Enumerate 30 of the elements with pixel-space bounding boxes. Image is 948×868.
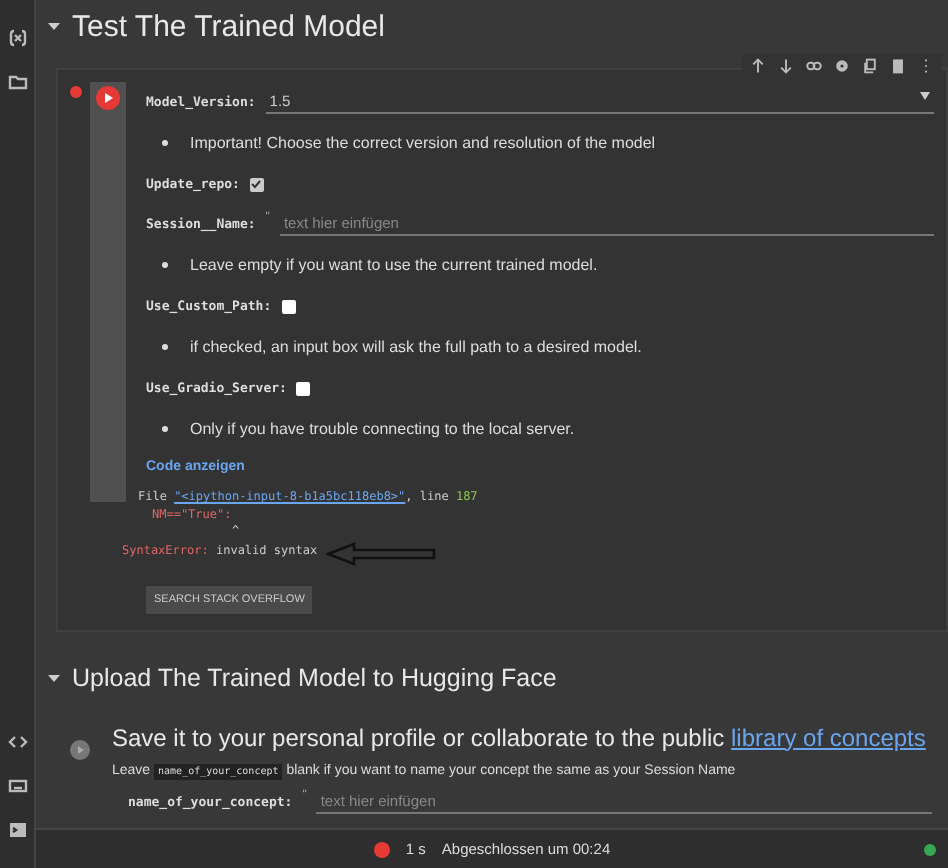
hint-text: Only if you have trouble connecting to the local server. bbox=[188, 420, 575, 438]
caret-icon bbox=[920, 92, 930, 100]
hint-text: Leave empty if you want to use the current trained model. bbox=[188, 256, 598, 274]
bullet-icon bbox=[162, 140, 168, 146]
cell-heading: Save it to your personal profile or collaborate to the public library of concepts bbox=[112, 723, 928, 751]
collapse-caret-icon[interactable] bbox=[48, 671, 60, 683]
variables-icon[interactable] bbox=[7, 28, 27, 48]
bullet-icon bbox=[162, 344, 168, 350]
link-icon[interactable] bbox=[806, 58, 822, 74]
hint-text: Important! Choose the correct version and resolution of the model bbox=[188, 134, 656, 152]
bullet-icon bbox=[162, 426, 168, 432]
terminal-icon[interactable] bbox=[7, 820, 27, 840]
run-button[interactable] bbox=[96, 86, 120, 110]
collapse-caret-icon[interactable] bbox=[48, 20, 60, 32]
folder-icon[interactable] bbox=[7, 72, 27, 92]
arrow-icon bbox=[325, 541, 438, 565]
down-arrow-icon[interactable] bbox=[778, 58, 794, 74]
bullet-icon bbox=[162, 262, 168, 268]
hint-text: if checked, an input box will ask the full path to a desired model. bbox=[188, 338, 642, 356]
code-icon[interactable] bbox=[7, 732, 27, 752]
section-title: Test The Trained Model bbox=[72, 9, 385, 43]
run-button[interactable] bbox=[70, 739, 90, 759]
checkbox[interactable] bbox=[249, 177, 264, 191]
up-arrow-icon[interactable] bbox=[750, 58, 766, 74]
copy-icon[interactable] bbox=[862, 58, 878, 74]
checkbox[interactable] bbox=[296, 381, 311, 395]
library-link[interactable]: library of concepts bbox=[731, 723, 926, 751]
checkbox[interactable] bbox=[281, 299, 296, 313]
section-title: Upload The Trained Model to Hugging Face bbox=[72, 663, 557, 691]
keyboard-icon[interactable] bbox=[7, 776, 27, 796]
